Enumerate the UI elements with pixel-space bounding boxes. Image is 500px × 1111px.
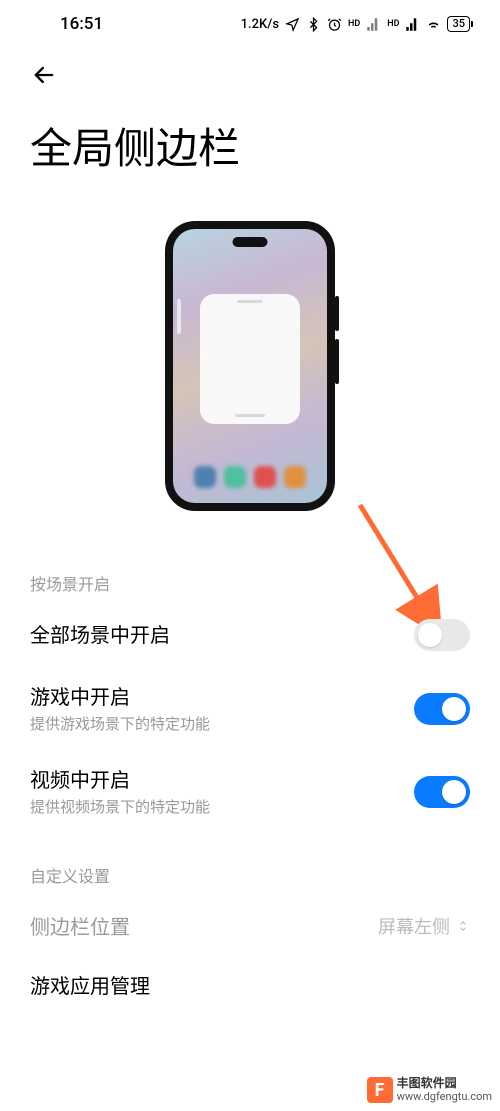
status-time: 16:51 (60, 14, 103, 34)
battery-indicator: 35 (447, 16, 470, 32)
watermark-url: www.dgfengtu.com (397, 1091, 492, 1103)
watermark-logo-icon: F (367, 1077, 393, 1103)
setting-subtitle: 提供游戏场景下的特定功能 (30, 713, 210, 734)
signal-icon-2 (405, 17, 420, 32)
toggle-all-scenes[interactable] (414, 619, 470, 651)
watermark-name: 丰图软件园 (397, 1077, 492, 1090)
wifi-icon (426, 17, 441, 32)
setting-video[interactable]: 视频中开启 提供视频场景下的特定功能 (0, 750, 500, 833)
status-indicators: 1.2K/s HD HD 35 (241, 16, 470, 32)
phone-illustration (0, 196, 500, 561)
section-header-custom: 自定义设置 (0, 853, 500, 895)
section-header-scene: 按场景开启 (0, 561, 500, 603)
setting-title: 游戏应用管理 (30, 972, 150, 1000)
setting-title: 全部场景中开启 (30, 621, 170, 649)
floating-window-graphic (200, 294, 300, 424)
page-title: 全局侧边栏 (0, 100, 500, 196)
chevron-updown-icon (456, 917, 470, 935)
location-icon (285, 17, 300, 32)
arrow-left-icon (30, 61, 58, 89)
network-speed: 1.2K/s (241, 17, 279, 32)
setting-game-apps[interactable]: 游戏应用管理 (0, 956, 500, 1004)
setting-game[interactable]: 游戏中开启 提供游戏场景下的特定功能 (0, 667, 500, 750)
alarm-icon (327, 17, 342, 32)
hd-icon-1: HD (348, 19, 360, 29)
toggle-video[interactable] (414, 776, 470, 808)
toggle-game[interactable] (414, 693, 470, 725)
hd-icon-2: HD (387, 19, 399, 29)
status-bar: 16:51 1.2K/s HD HD 35 (0, 0, 500, 40)
bluetooth-icon (306, 17, 321, 32)
setting-title: 游戏中开启 (30, 683, 210, 711)
watermark: F 丰图软件园 www.dgfengtu.com (367, 1077, 492, 1103)
signal-icon-1 (366, 17, 381, 32)
selector-value: 屏幕左侧 (378, 913, 450, 939)
setting-title: 视频中开启 (30, 766, 210, 794)
back-button[interactable] (30, 60, 60, 90)
setting-all-scenes[interactable]: 全部场景中开启 (0, 603, 500, 667)
selector-label: 侧边栏位置 (30, 911, 130, 940)
setting-sidebar-position[interactable]: 侧边栏位置 屏幕左侧 (0, 895, 500, 956)
setting-subtitle: 提供视频场景下的特定功能 (30, 796, 210, 817)
sidebar-handle-graphic (177, 299, 181, 334)
